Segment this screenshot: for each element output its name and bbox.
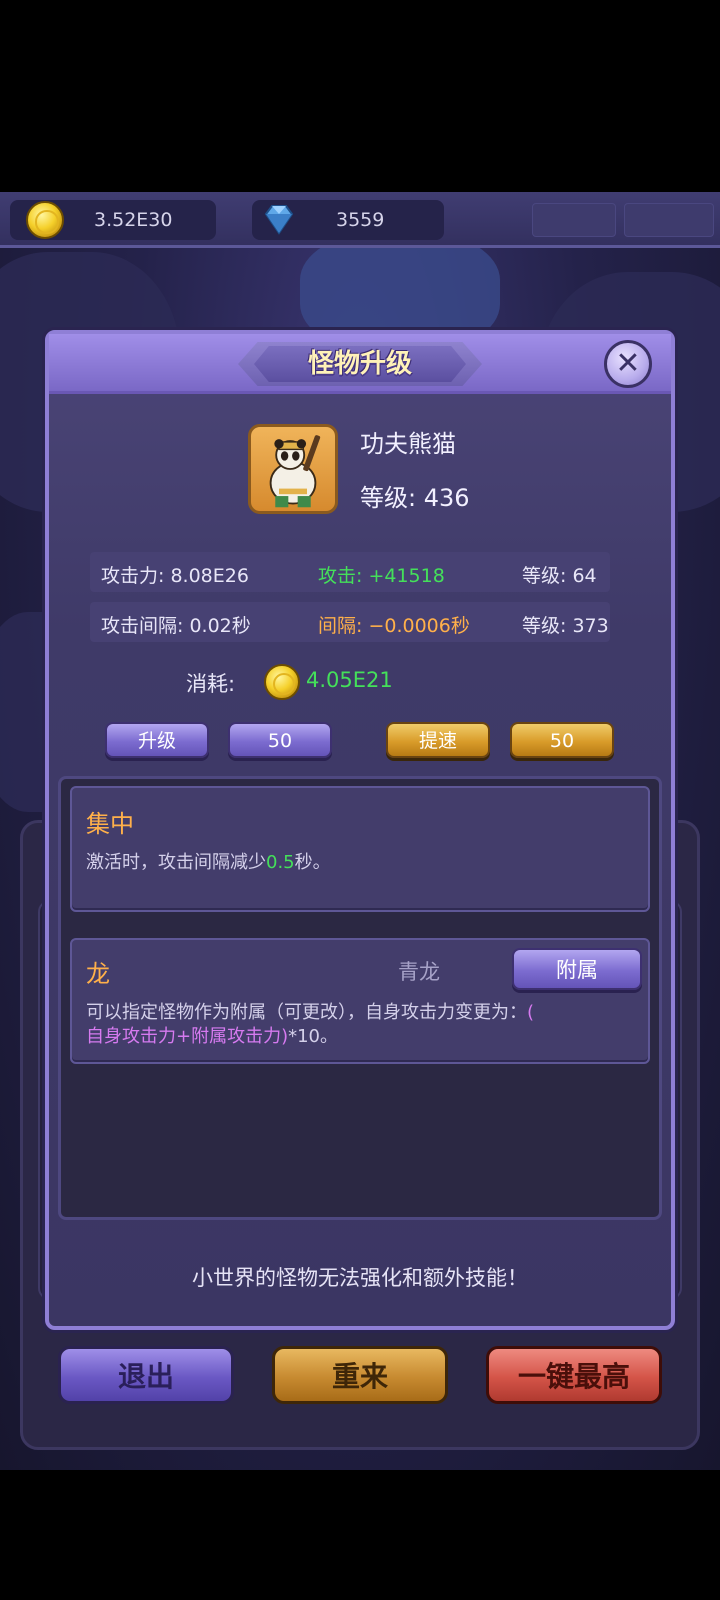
speedup-button[interactable]: 提速	[386, 722, 490, 758]
dialog-title: 怪物升级	[307, 349, 412, 379]
dragon-type: 青龙	[398, 960, 440, 984]
skill-desc-dragon-line1: 可以指定怪物作为附属（可更改），自身攻击力变更为：(	[86, 998, 534, 1024]
close-button[interactable]: ✕	[604, 340, 652, 388]
exit-button[interactable]: 退出	[58, 1346, 234, 1404]
skill-desc-formula: 自身攻击力+附属攻击力)	[86, 1026, 289, 1047]
attack-value: 攻击力: 8.08E26	[101, 565, 249, 587]
close-icon: ✕	[615, 346, 641, 381]
interval-bonus: 间隔: −0.0006秒	[318, 615, 470, 637]
interval-level: 等级: 373	[522, 615, 609, 637]
attack-bonus: 攻击: +41518	[318, 565, 445, 587]
restart-button[interactable]: 重来	[272, 1346, 448, 1404]
skill-desc-formula: (	[527, 1002, 535, 1023]
skill-desc-text: *10。	[288, 1026, 339, 1047]
skill-desc-text: 可以指定怪物作为附属（可更改），自身攻击力变更为：	[86, 1002, 527, 1023]
gold-coin-icon	[26, 201, 64, 239]
gold-coin-icon	[264, 664, 300, 700]
upgrade-button[interactable]: 升级	[105, 722, 209, 758]
skill-title-focus: 集中	[86, 810, 134, 838]
skill-desc-text: 秒。	[294, 852, 331, 873]
diamond-icon	[264, 205, 294, 235]
speedup-count-button[interactable]: 50	[510, 722, 614, 758]
monster-name: 功夫熊猫	[360, 430, 456, 458]
skill-desc-dragon-line2: 自身攻击力+附属攻击力)*10。	[86, 1022, 338, 1048]
footer-note: 小世界的怪物无法强化和额外技能！	[192, 1266, 528, 1290]
kungfu-panda-icon	[269, 435, 321, 508]
skill-desc-value: 0.5	[266, 852, 295, 873]
wall-brick	[624, 203, 714, 237]
game-screen: 3.52E30 3559 怪物升级 ✕ 功夫熊猫 等级: 436 攻击力: 8.…	[0, 0, 720, 1600]
skill-desc-focus: 激活时，攻击间隔减少0.5秒。	[86, 848, 331, 874]
diamond-amount: 3559	[336, 209, 385, 231]
cost-label: 消耗:	[186, 672, 236, 696]
wall-brick	[532, 203, 616, 237]
interval-value: 攻击间隔: 0.02秒	[101, 615, 251, 637]
attach-button[interactable]: 附属	[512, 948, 642, 990]
attack-level: 等级: 64	[522, 565, 597, 587]
gold-amount: 3.52E30	[94, 209, 173, 231]
monster-portrait	[248, 424, 338, 514]
max-upgrade-button[interactable]: 一键最高	[486, 1346, 662, 1404]
monster-level: 等级: 436	[360, 484, 470, 512]
skill-desc-text: 激活时，攻击间隔减少	[86, 852, 266, 873]
skill-title-dragon: 龙	[86, 960, 110, 988]
cost-value: 4.05E21	[306, 668, 393, 692]
upgrade-count-button[interactable]: 50	[228, 722, 332, 758]
